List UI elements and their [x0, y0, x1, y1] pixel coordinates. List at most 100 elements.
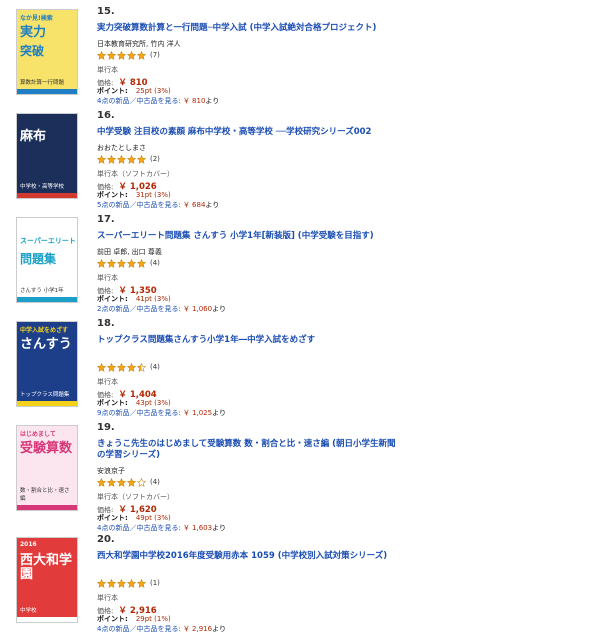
- offer-price: ￥ 1,060: [182, 305, 213, 313]
- star-rating[interactable]: (4): [97, 477, 160, 487]
- star-icon: [127, 477, 136, 487]
- cover-main-text: スーパーエリート: [20, 237, 76, 245]
- star-rating[interactable]: (7): [97, 50, 160, 60]
- points-value: 29pt (1%): [135, 615, 171, 623]
- star-icon: [127, 362, 136, 372]
- cover-main-text: 西大和学園: [20, 553, 73, 582]
- points-value: 43pt (3%): [135, 399, 171, 407]
- cover-main-text-2: 問題集: [20, 252, 57, 266]
- star-icon: [97, 578, 106, 588]
- review-count-link[interactable]: (2): [150, 155, 160, 163]
- points-line: ポイント: 31pt (3%): [97, 190, 171, 200]
- cover-band: [17, 505, 77, 510]
- star-icon: [137, 477, 146, 487]
- product-item: なか見!検索 実力 突破 算数計算一行問題 15. 実力突破算数計算と一行問題─中学入試 …: [0, 4, 613, 108]
- star-icon: [97, 258, 106, 268]
- cover-band: [17, 89, 77, 94]
- star-rating[interactable]: (4): [97, 258, 160, 268]
- points-line: ポイント: 25pt (3%): [97, 86, 171, 96]
- offer-suffix: より: [212, 409, 226, 417]
- book-cover-image[interactable]: 麻布中学校・高等学校: [17, 114, 77, 198]
- author-name: 前田 卓郎, 出口 尊義: [97, 248, 162, 256]
- offer-suffix: より: [212, 305, 226, 313]
- product-title-link[interactable]: 中学受験 注目校の素顔 麻布中学校・高等学校 ──学校研究シリーズ002: [97, 127, 397, 138]
- cover-band: [17, 401, 77, 406]
- star-icon: [117, 154, 126, 164]
- offers-link[interactable]: 4点の新品／中古品を見る:: [97, 625, 181, 633]
- book-cover-image[interactable]: 2016 西大和学園 中学校: [17, 538, 77, 622]
- star-icon: [117, 477, 126, 487]
- book-format: 単行本（ソフトカバー）: [97, 170, 174, 178]
- cover-top-text: なか見!検索: [20, 15, 53, 22]
- star-icon: [97, 154, 106, 164]
- points-label: ポイント:: [97, 514, 128, 522]
- offers-link[interactable]: 5点の新品／中古品を見る:: [97, 201, 181, 209]
- star-icon: [107, 50, 116, 60]
- review-count-link[interactable]: (4): [150, 363, 160, 371]
- rank-number: 19.: [97, 422, 115, 433]
- star-icon: [127, 578, 136, 588]
- star-rating[interactable]: (4): [97, 362, 160, 372]
- book-format: 単行本: [97, 594, 118, 602]
- points-value: 25pt (3%): [135, 87, 171, 95]
- star-rating[interactable]: (1): [97, 578, 160, 588]
- author-name: 安浪京子: [97, 467, 125, 475]
- offers-line: 4点の新品／中古品を見る: ￥ 2,916より: [97, 624, 226, 634]
- review-count-link[interactable]: (7): [150, 51, 160, 59]
- points-label: ポイント:: [97, 399, 128, 407]
- offers-line: 5点の新品／中古品を見る: ￥ 684より: [97, 200, 219, 210]
- product-item: 2016 西大和学園 中学校 20. 西大和学園中学校2016年度受験用赤本 1059 …: [0, 532, 613, 636]
- offers-link[interactable]: 9点の新品／中古品を見る:: [97, 409, 181, 417]
- author-name: おおたとしまさ: [97, 144, 146, 152]
- star-icon: [117, 258, 126, 268]
- cover-sub-text: 中学校・高等学校: [20, 184, 65, 190]
- offers-line: 2点の新品／中古品を見る: ￥ 1,060より: [97, 304, 226, 314]
- product-title-link[interactable]: 西大和学園中学校2016年度受験用赤本 1059 (中学校別入試対策シリーズ): [97, 551, 397, 562]
- star-icon: [127, 258, 136, 268]
- cover-sub-text: 算数計算一行問題: [20, 80, 65, 86]
- points-line: ポイント: 29pt (1%): [97, 614, 171, 624]
- offer-suffix: より: [212, 524, 226, 532]
- cover-main-text: 実力: [20, 25, 47, 40]
- cover-main-text: 麻布: [20, 129, 47, 144]
- book-format: 単行本: [97, 66, 118, 74]
- offers-line: 9点の新品／中古品を見る: ￥ 1,025より: [97, 408, 226, 418]
- rank-number: 20.: [97, 534, 115, 545]
- rank-number: 18.: [97, 318, 115, 329]
- star-rating[interactable]: (2): [97, 154, 160, 164]
- product-title-link[interactable]: スーパーエリート問題集 さんすう 小学1年[新装版] (中学受験を目指す): [97, 231, 397, 242]
- cover-top-text: はじめまして: [20, 431, 56, 438]
- star-icon: [137, 258, 146, 268]
- product-item: はじめまして 受験算数 数・割合と比・速さ編 19. きょうこ先生のはじめまして受験算数…: [0, 420, 613, 532]
- review-count-link[interactable]: (4): [150, 259, 160, 267]
- product-title-link[interactable]: 実力突破算数計算と一行問題─中学入試 (中学入試絶対合格プロジェクト): [97, 23, 397, 34]
- cover-band: [17, 297, 77, 302]
- review-count-link[interactable]: (4): [150, 478, 160, 486]
- book-cover-image[interactable]: スーパーエリート 問題集 さんすう 小学1年: [17, 218, 77, 302]
- star-icon: [117, 50, 126, 60]
- cover-top-text: 2016: [20, 541, 37, 548]
- review-count-link[interactable]: (1): [150, 579, 160, 587]
- points-value: 49pt (3%): [135, 514, 171, 522]
- offers-link[interactable]: 4点の新品／中古品を見る:: [97, 524, 181, 532]
- points-line: ポイント: 41pt (3%): [97, 294, 171, 304]
- star-icon: [127, 154, 136, 164]
- offer-price: ￥ 1,603: [182, 524, 213, 532]
- star-icon: [97, 362, 106, 372]
- offers-link[interactable]: 4点の新品／中古品を見る:: [97, 97, 181, 105]
- product-title-link[interactable]: トップクラス問題集さんすう小学1年―中学入試をめざす: [97, 335, 397, 346]
- book-cover-image[interactable]: なか見!検索 実力 突破 算数計算一行問題: [17, 10, 77, 94]
- points-line: ポイント: 49pt (3%): [97, 513, 171, 523]
- cover-top-text: 中学入試をめざす: [20, 327, 69, 334]
- offers-link[interactable]: 2点の新品／中古品を見る:: [97, 305, 181, 313]
- cover-sub-text: トップクラス問題集: [20, 392, 70, 398]
- offer-suffix: より: [205, 97, 220, 105]
- cover-band: [17, 193, 77, 198]
- rank-number: 16.: [97, 110, 115, 121]
- product-title-link[interactable]: きょうこ先生のはじめまして受験算数 数・割合と比・速さ編 (朝日小学生新聞の学習…: [97, 439, 397, 461]
- book-format: 単行本: [97, 378, 118, 386]
- book-cover-image[interactable]: 中学入試をめざす さんすう トップクラス問題集: [17, 322, 77, 406]
- book-cover-image[interactable]: はじめまして 受験算数 数・割合と比・速さ編: [17, 426, 77, 510]
- book-format: 単行本: [97, 274, 118, 282]
- product-item: 麻布中学校・高等学校 16. 中学受験 注目校の素顔 麻布中学校・高等学校 ──学校…: [0, 108, 613, 212]
